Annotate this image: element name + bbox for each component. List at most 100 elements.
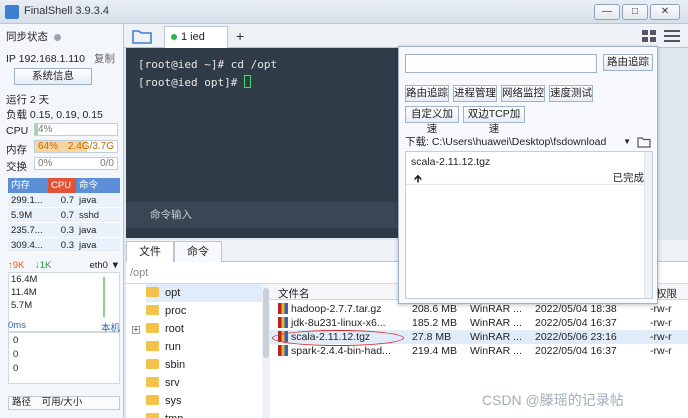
table-row[interactable]: 299.1... 0.7 java — [8, 193, 120, 208]
custom-accel-button[interactable]: 自定义加速 — [405, 106, 459, 135]
mem-label: 内存 — [6, 144, 27, 156]
tree-label: srv — [165, 377, 180, 389]
file-mtime: 2022/05/04 18:38 — [535, 303, 617, 315]
col-name[interactable]: 文件名 — [278, 286, 310, 301]
file-permission: -rw-r — [650, 345, 672, 357]
file-type: WinRAR ... — [470, 331, 522, 343]
copy-ip-link[interactable]: 复制 — [94, 53, 115, 65]
tree-item-sys[interactable]: sys — [146, 392, 182, 410]
folder-icon — [146, 359, 159, 369]
terminal-line: [root@ied ~]# cd /opt — [138, 58, 278, 71]
download-list-scrollbar[interactable] — [644, 152, 652, 298]
close-button[interactable]: ✕ — [650, 4, 680, 20]
file-mtime: 2022/05/06 23:16 — [535, 331, 617, 343]
open-folder-icon[interactable] — [637, 136, 651, 148]
tab-files[interactable]: 文件 — [126, 241, 174, 262]
download-path-label: 下载: C:\Users\huawei\Desktop\fsdownload — [405, 136, 607, 148]
command-input[interactable]: 命令输入 — [126, 202, 398, 228]
tree-item-sbin[interactable]: sbin — [146, 356, 185, 374]
terminal-prompt: [root@ied opt]# — [138, 76, 244, 89]
sync-status-label: 同步状态 — [6, 31, 48, 43]
tree-item-opt[interactable]: opt — [146, 284, 264, 302]
list-divider — [406, 184, 644, 185]
expand-icon[interactable]: + — [132, 326, 140, 334]
tree-item-srv[interactable]: srv — [146, 374, 180, 392]
file-size: 185.2 MB — [412, 317, 457, 329]
tree-label: root — [165, 323, 184, 335]
cpu-meter: 4% — [34, 123, 118, 136]
col-permission[interactable]: 权限 — [656, 286, 677, 301]
file-permission: -rw-r — [650, 303, 672, 315]
session-tab-bar: 1 ied + — [124, 24, 688, 48]
route-target-input[interactable] — [405, 54, 597, 73]
proc-cpu: 0.3 — [60, 240, 74, 251]
file-row[interactable]: jdk-8u231-linux-x6... 185.2 MB WinRAR ..… — [270, 316, 688, 330]
speed-test-button[interactable]: 速度测试 — [549, 85, 593, 102]
file-type: WinRAR ... — [470, 317, 522, 329]
system-info-button[interactable]: 系统信息 — [14, 68, 92, 85]
download-item-name[interactable]: scala-2.11.12.tgz — [411, 156, 490, 168]
proc-col-cpu[interactable]: CPU — [48, 178, 76, 193]
latency-header: 0ms 本机 — [8, 320, 120, 334]
mem-meter: 64% 2.4G/3.7G — [34, 140, 118, 153]
add-tab-button[interactable]: + — [236, 28, 244, 44]
folder-icon — [146, 323, 159, 333]
net-interface-select[interactable]: eth0 ▼ — [89, 260, 120, 271]
file-row[interactable]: spark-2.4.4-bin-had... 219.4 MB WinRAR .… — [270, 344, 688, 358]
tree-item-root[interactable]: + root — [132, 320, 184, 338]
tcp-accel-button[interactable]: 双边TCP加速 — [463, 106, 525, 135]
tree-label: sys — [165, 395, 182, 407]
folder-icon[interactable] — [132, 28, 152, 44]
swap-detail: 0/0 — [100, 158, 114, 169]
directory-tree: opt proc + root run sbin srv sys tmp — [126, 284, 270, 418]
folder-icon — [146, 341, 159, 351]
proc-cpu: 0.7 — [60, 210, 74, 221]
table-row[interactable]: 5.9M 0.7 sshd — [8, 208, 120, 223]
ip-label: IP 192.168.1.110 — [6, 53, 86, 65]
table-row[interactable]: 235.7... 0.3 java — [8, 223, 120, 238]
tools-popup: 路由追踪 路由追踪 进程管理 网络监控 速度测试 自定义加速 双边TCP加速 下… — [398, 46, 658, 304]
network-header: ↑9K ↓1K eth0 ▼ — [8, 260, 120, 271]
minimize-button[interactable]: — — [594, 4, 620, 20]
network-monitor-button[interactable]: 网络监控 — [501, 85, 545, 102]
process-manage-button[interactable]: 进程管理 — [453, 85, 497, 102]
menu-icon[interactable] — [664, 30, 680, 42]
proc-col-cmd[interactable]: 命令 — [76, 178, 120, 193]
folder-icon — [146, 413, 159, 418]
tree-scrollbar-thumb[interactable] — [263, 288, 269, 358]
maximize-button[interactable]: □ — [622, 4, 648, 20]
tree-label: run — [165, 341, 181, 353]
route-trace-button-2[interactable]: 路由追踪 — [405, 85, 449, 102]
net-level: 16.4M — [11, 274, 38, 285]
tree-item-tmp[interactable]: tmp — [146, 410, 183, 418]
tab-session-ied[interactable]: 1 ied — [164, 26, 228, 48]
file-row[interactable]: hadoop-2.7.7.tar.gz 208.6 MB WinRAR ... … — [270, 302, 688, 316]
tree-item-proc[interactable]: proc — [146, 302, 186, 320]
tree-item-run[interactable]: run — [146, 338, 181, 356]
route-trace-button[interactable]: 路由追踪 — [603, 54, 653, 71]
tree-label: sbin — [165, 359, 186, 371]
disk-col-path[interactable]: 路径 — [12, 397, 31, 408]
app-logo-icon — [5, 5, 19, 19]
table-row[interactable]: 309.4... 0.3 java — [8, 238, 120, 253]
file-size: 219.4 MB — [412, 345, 457, 357]
connected-dot-icon — [171, 34, 177, 41]
red-highlight-ellipse — [272, 330, 404, 346]
grid-view-icon[interactable] — [642, 30, 656, 42]
proc-col-mem[interactable]: 内存 — [8, 178, 48, 193]
disk-col-size[interactable]: 可用/大小 — [42, 397, 83, 408]
proc-mem: 5.9M — [11, 210, 33, 221]
file-name: spark-2.4.4-bin-had... — [291, 345, 391, 357]
terminal-cursor — [243, 75, 251, 88]
uptime: 运行 2 天 — [6, 94, 50, 106]
latency-graph: 0 0 0 — [8, 332, 120, 384]
download-path: 下载: C:\Users\huawei\Desktop\fsdownload ▼ — [405, 133, 653, 151]
latency-value: 0 — [13, 335, 19, 346]
tab-commands[interactable]: 命令 — [174, 241, 222, 262]
download-path-dropdown-icon[interactable]: ▼ — [623, 133, 631, 151]
latency-value: 0 — [13, 363, 19, 374]
file-size: 208.6 MB — [412, 303, 457, 315]
upload-arrow-icon: 🡹 — [414, 173, 422, 185]
tree-scrollbar[interactable] — [262, 284, 270, 418]
download-list: scala-2.11.12.tgz 🡹 已完成 — [405, 151, 653, 299]
